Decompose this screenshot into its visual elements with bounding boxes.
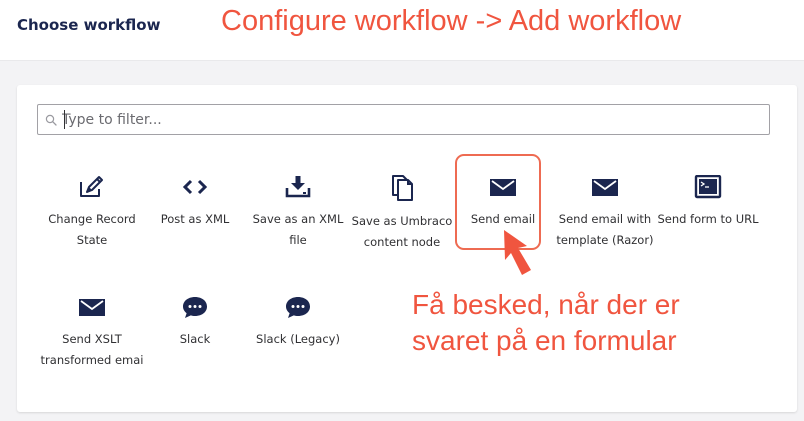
workflow-change-record-state[interactable]: Change Record State <box>40 175 144 251</box>
workflow-label: Save as an XML <box>252 212 344 226</box>
workflow-label: Send XSLT <box>62 332 122 346</box>
workflow-save-as-umbraco-content-node[interactable]: Save as Umbraco content node <box>350 175 454 253</box>
workflow-send-form-to-url[interactable]: Send form to URL <box>656 175 760 230</box>
workflow-save-as-xml-file[interactable]: Save as an XML file <box>246 175 350 251</box>
envelope-icon <box>592 179 618 196</box>
download-icon <box>285 176 311 198</box>
workflow-label: Post as XML <box>160 212 230 226</box>
workflow-label: Slack <box>179 332 211 346</box>
workflow-slack-legacy[interactable]: Slack (Legacy) <box>246 295 350 350</box>
annotation-bottom-line2: svaret på en formular <box>412 325 677 356</box>
workflow-label-2: State <box>76 233 108 247</box>
workflow-label: Change Record <box>48 212 136 226</box>
envelope-icon <box>79 299 105 316</box>
workflow-send-xslt-transformed-email[interactable]: Send XSLT transformed emai <box>40 295 144 371</box>
terminal-icon <box>694 175 722 199</box>
text-caret <box>64 110 65 129</box>
filter-input[interactable] <box>62 105 762 134</box>
annotation-bottom: Få besked, når der er svaret på en formu… <box>412 287 712 359</box>
filter-box[interactable] <box>37 104 770 135</box>
workflow-slack[interactable]: Slack <box>143 295 247 350</box>
chat-bubble-icon <box>183 297 207 318</box>
chat-bubble-icon <box>286 297 310 318</box>
annotation-top: Configure workflow -> Add workflow <box>221 5 682 37</box>
annotation-bottom-line1: Få besked, når der er <box>412 289 680 320</box>
documents-icon <box>392 175 413 201</box>
code-icon <box>182 179 208 195</box>
workflow-label: Send email with <box>558 212 652 226</box>
workflow-label-2: content node <box>363 235 441 249</box>
annotation-arrow-icon <box>504 230 531 275</box>
edit-icon <box>80 176 103 197</box>
page-title: Choose workflow <box>17 16 161 34</box>
search-icon <box>45 114 57 126</box>
workflow-label-2: template (Razor) <box>556 233 654 247</box>
workflow-send-email-with-template[interactable]: Send email with template (Razor) <box>553 175 657 251</box>
workflow-label: Send form to URL <box>657 212 759 226</box>
workflow-post-as-xml[interactable]: Post as XML <box>143 175 247 230</box>
workflow-label: Save as Umbraco <box>351 214 453 228</box>
workflow-label-2: file <box>289 233 307 247</box>
workflow-label-2: transformed emai <box>40 353 144 367</box>
workflow-label: Slack (Legacy) <box>256 332 340 346</box>
